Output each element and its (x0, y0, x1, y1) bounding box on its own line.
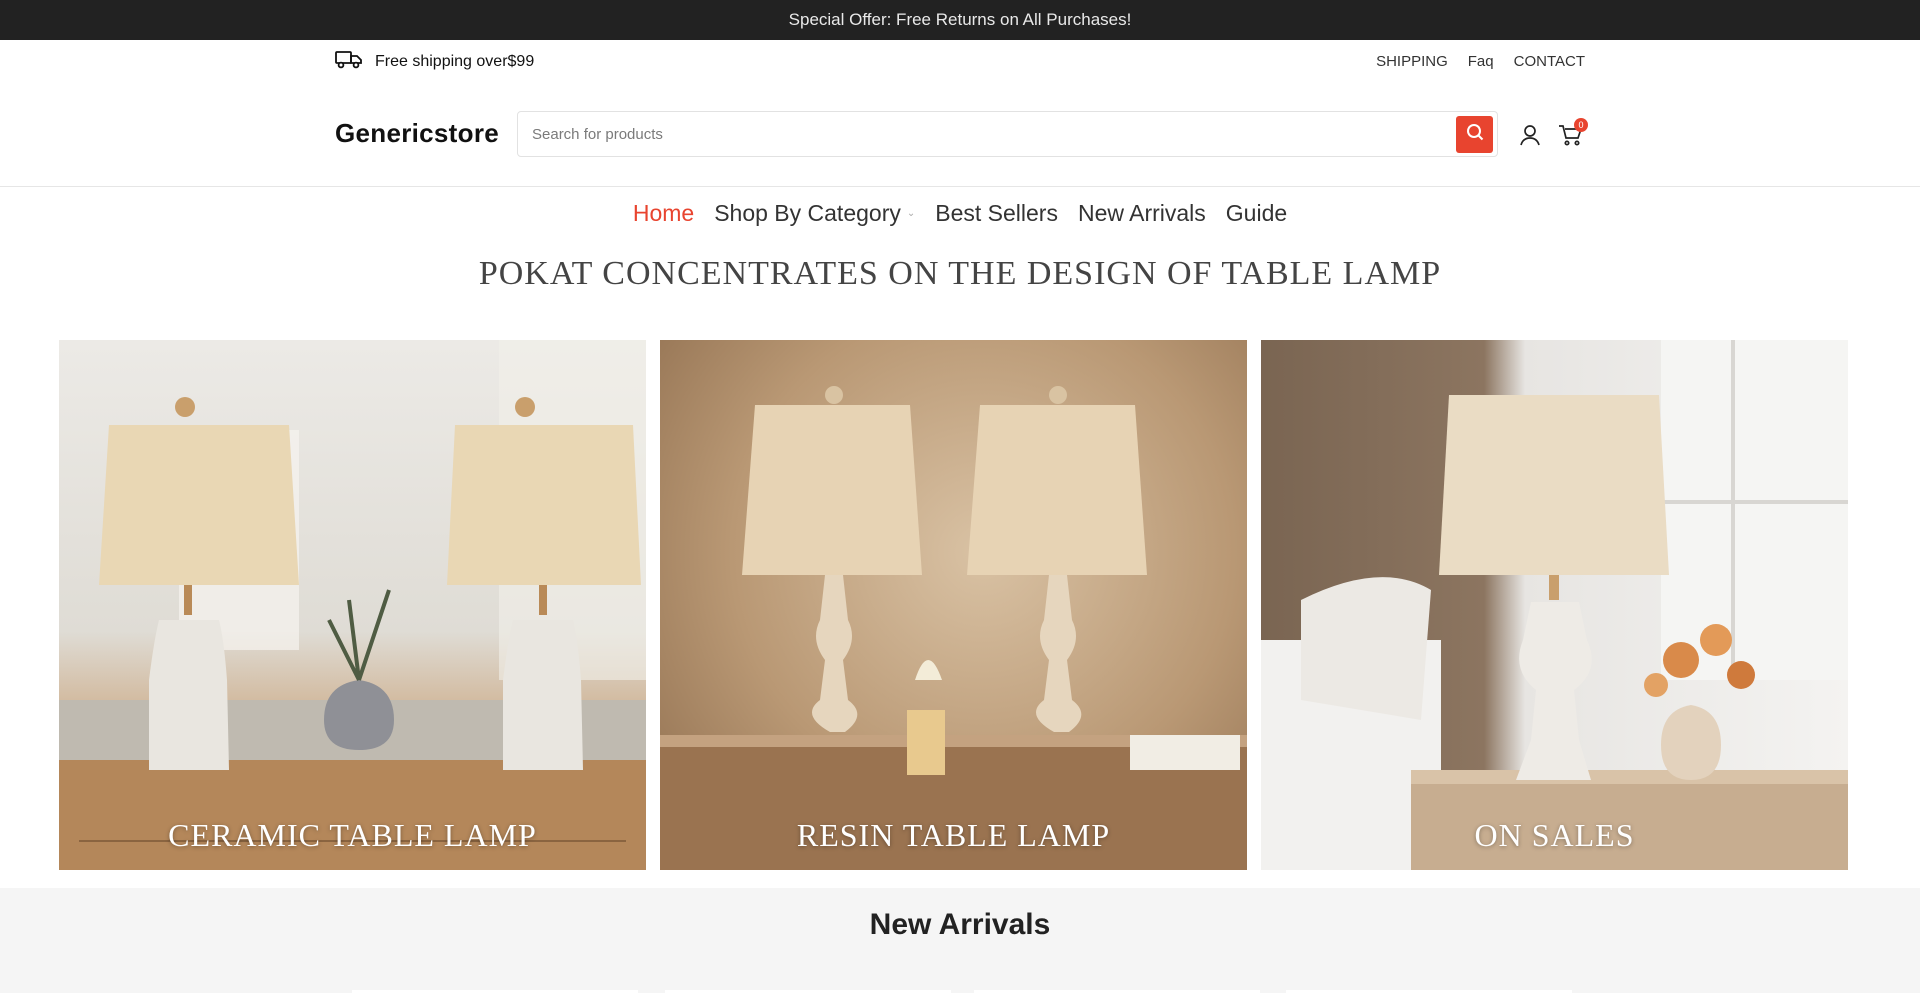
site-header: Genericstore 0 (0, 78, 1920, 187)
faq-link[interactable]: Faq (1468, 53, 1494, 70)
contact-link[interactable]: CONTACT (1514, 53, 1585, 70)
search-input[interactable] (532, 112, 1432, 156)
category-tiles: CERAMIC TABLE LAMP RESIN TABLE LAMP ON S… (59, 340, 1848, 870)
nav-new-arrivals-label: New Arrivals (1077, 199, 1206, 226)
new-arrivals-section: New Arrivals (0, 888, 1920, 993)
tile-on-sales[interactable]: ON SALES (1261, 340, 1848, 870)
nav-home[interactable]: Home (633, 196, 694, 230)
page-headline: POKAT CONCENTRATES ON THE DESIGN OF TABL… (478, 255, 1442, 292)
top-links: SHIPPING Faq CONTACT (1376, 53, 1585, 70)
nav-shop-by-category-label: Shop By Category (714, 199, 901, 226)
lamp-photo (660, 386, 1247, 870)
shipping-link[interactable]: SHIPPING (1376, 53, 1448, 70)
account-icon[interactable] (1518, 123, 1542, 147)
truck-icon (335, 49, 363, 74)
nav-guide-label: Guide (1225, 199, 1288, 226)
new-arrivals-title: New Arrivals (869, 908, 1051, 941)
nav-best-sellers-label: Best Sellers (935, 199, 1058, 226)
store-logo[interactable]: Genericstore (335, 118, 499, 149)
chevron-down-icon: ⌄ (906, 207, 916, 219)
nav-guide[interactable]: Guide (1226, 196, 1287, 230)
tile-on-sales-label: ON SALES (1474, 817, 1635, 853)
nav-new-arrivals[interactable]: New Arrivals (1078, 196, 1206, 230)
search-icon (1466, 123, 1484, 146)
cart-count-badge: 0 (1574, 118, 1588, 132)
nav-best-sellers[interactable]: Best Sellers (935, 196, 1058, 230)
search-button[interactable] (1456, 116, 1493, 153)
top-bar: Free shipping over$99 SHIPPING Faq CONTA… (0, 40, 1920, 78)
tile-ceramic-table-lamp[interactable]: CERAMIC TABLE LAMP (59, 340, 646, 870)
lamp-photo (1261, 340, 1848, 870)
nav-shop-by-category[interactable]: Shop By Category ⌄ (714, 196, 915, 230)
nav-home-label: Home (632, 199, 695, 226)
tile-ceramic-label: CERAMIC TABLE LAMP (168, 817, 537, 853)
tile-resin-table-lamp[interactable]: RESIN TABLE LAMP (660, 340, 1247, 870)
tile-resin-label: RESIN TABLE LAMP (796, 817, 1111, 853)
announcement-text: Special Offer: Free Returns on All Purch… (788, 10, 1132, 29)
shipping-text: Free shipping over$99 (375, 52, 535, 70)
shipping-notice: Free shipping over$99 (335, 49, 534, 74)
lamp-photo (59, 340, 646, 870)
main-navigation: Home Shop By Category ⌄ Best Sellers New… (0, 196, 1920, 230)
announcement-bar: Special Offer: Free Returns on All Purch… (0, 0, 1920, 40)
search-bar (517, 111, 1498, 157)
